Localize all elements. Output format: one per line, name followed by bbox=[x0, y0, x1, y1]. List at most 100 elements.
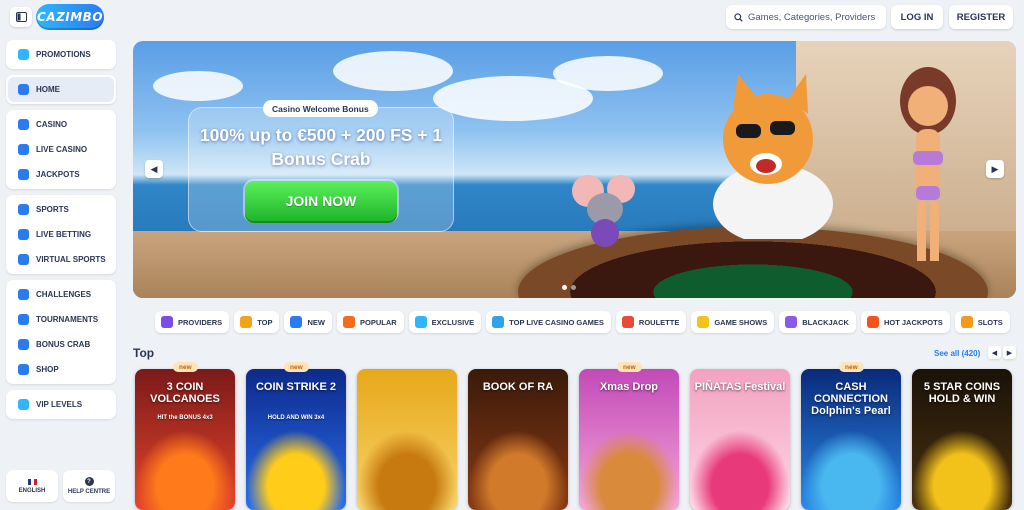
exclusive-icon bbox=[414, 316, 427, 328]
sidebar-item-vip-levels[interactable]: VIP LEVELS bbox=[8, 392, 114, 417]
new-badge: new bbox=[617, 362, 642, 372]
game-title: 3 COIN VOLCANOES bbox=[150, 381, 220, 405]
sidebar-footer: ENGLISH ? HELP CENTRE bbox=[6, 470, 115, 502]
game-artwork bbox=[246, 430, 346, 510]
sidebar-item-live-betting[interactable]: LIVE BETTING bbox=[8, 222, 114, 247]
category-label: TOP LIVE CASINO GAMES bbox=[509, 317, 604, 327]
category-providers[interactable]: PROVIDERS bbox=[155, 311, 230, 333]
help-label: HELP CENTRE bbox=[67, 489, 111, 495]
sidebar-item-casino[interactable]: CASINO bbox=[8, 112, 114, 137]
game-tile[interactable] bbox=[357, 369, 457, 510]
cat-character-art bbox=[713, 74, 833, 239]
section-title: Top bbox=[133, 346, 155, 360]
game-tile[interactable]: BOOK OF RA bbox=[468, 369, 568, 510]
chevron-right-icon: ▶ bbox=[991, 163, 999, 174]
category-label: HOT JACKPOTS bbox=[883, 317, 943, 327]
sidebar-item-tournaments[interactable]: TOURNAMENTS bbox=[8, 307, 114, 332]
game-artwork bbox=[468, 430, 568, 510]
carousel-dot[interactable] bbox=[562, 285, 567, 290]
category-slots[interactable]: SLOTS bbox=[954, 311, 1010, 333]
sidebar-item-label: BONUS CRAB bbox=[36, 340, 91, 349]
category-game-shows[interactable]: GAME SHOWS bbox=[691, 311, 775, 333]
sidebar-item-virtual-sports[interactable]: VIRTUAL SPORTS bbox=[8, 247, 114, 272]
category-new[interactable]: NEW bbox=[284, 311, 332, 333]
chevron-right-icon: ▶ bbox=[1006, 349, 1013, 357]
gift-icon bbox=[18, 49, 29, 60]
game-tile[interactable]: PIÑATAS Festival bbox=[690, 369, 790, 510]
game-artwork bbox=[912, 430, 1012, 510]
sidebar-item-bonus-crab[interactable]: BONUS CRAB bbox=[8, 332, 114, 357]
game-tile[interactable]: COIN STRIKE 2 HOLD AND WIN 3x4 bbox=[246, 369, 346, 510]
search-box[interactable] bbox=[726, 5, 886, 29]
game-title: BOOK OF RA bbox=[482, 381, 554, 393]
category-roulette[interactable]: ROULETTE bbox=[615, 311, 687, 333]
chevron-left-icon: ◀ bbox=[991, 349, 998, 357]
sidebar-item-jackpots[interactable]: JACKPOTS bbox=[8, 162, 114, 187]
language-button[interactable]: ENGLISH bbox=[6, 470, 58, 502]
sidebar: PROMOTIONS HOME CASINO LIVE CASINO JACKPOTS S… bbox=[6, 40, 116, 425]
game-subtitle: HOLD AND WIN 3x4 bbox=[267, 415, 325, 421]
help-centre-button[interactable]: ? HELP CENTRE bbox=[63, 470, 115, 502]
sidebar-item-label: VIRTUAL SPORTS bbox=[36, 255, 106, 264]
sidebar-item-shop[interactable]: SHOP bbox=[8, 357, 114, 382]
category-hot-jackpots[interactable]: HOT JACKPOTS bbox=[860, 311, 950, 333]
sidebar-item-label: JACKPOTS bbox=[36, 170, 80, 179]
banner-next-button[interactable]: ▶ bbox=[986, 160, 1004, 178]
category-blackjack[interactable]: BLACKJACK bbox=[779, 311, 856, 333]
carousel-dot[interactable] bbox=[571, 285, 576, 290]
game-artwork bbox=[801, 430, 901, 510]
lady-cat-character-art bbox=[900, 67, 956, 261]
bonus-tag: Casino Welcome Bonus bbox=[263, 100, 378, 117]
sidebar-item-label: CHALLENGES bbox=[36, 290, 92, 299]
sidebar-item-label: VIP LEVELS bbox=[36, 400, 83, 409]
game-artwork bbox=[135, 430, 235, 510]
sidebar-item-sports[interactable]: SPORTS bbox=[8, 197, 114, 222]
register-button[interactable]: REGISTER bbox=[949, 5, 1013, 29]
see-all-link[interactable]: See all (420) bbox=[934, 349, 980, 358]
uk-flag-icon bbox=[27, 478, 37, 485]
game-tile[interactable]: 3 COIN VOLCANOES HIT the BONUS 4x3 bbox=[135, 369, 235, 510]
carousel-dots bbox=[562, 285, 576, 290]
join-now-button[interactable]: JOIN NOW bbox=[245, 181, 397, 221]
category-popular[interactable]: POPULAR bbox=[336, 311, 404, 333]
search-input[interactable] bbox=[748, 11, 883, 23]
menu-toggle-button[interactable] bbox=[10, 7, 32, 27]
game-tile[interactable]: CASH CONNECTION Dolphin's Pearl bbox=[801, 369, 901, 510]
new-badge: new bbox=[284, 362, 309, 372]
new-badge: new bbox=[839, 362, 864, 372]
games-row: 3 COIN VOLCANOES HIT the BONUS 4x3 COIN ST… bbox=[135, 369, 1012, 510]
providers-icon bbox=[161, 316, 173, 328]
sidebar-item-label: HOME bbox=[36, 85, 60, 94]
language-label: ENGLISH bbox=[18, 487, 46, 494]
games-next-button[interactable]: ▶ bbox=[1003, 346, 1016, 359]
new-icon bbox=[290, 316, 303, 328]
help-icon: ? bbox=[84, 477, 94, 486]
game-tile[interactable]: Xmas Drop bbox=[579, 369, 679, 510]
banner-prev-button[interactable]: ◀ bbox=[145, 160, 163, 178]
sidebar-item-live-casino[interactable]: LIVE CASINO bbox=[8, 137, 114, 162]
sidebar-item-promotions[interactable]: PROMOTIONS bbox=[8, 42, 114, 67]
live-betting-icon bbox=[18, 229, 29, 240]
sidebar-item-label: SPORTS bbox=[36, 205, 69, 214]
games-prev-button[interactable]: ◀ bbox=[988, 346, 1001, 359]
category-label: BLACKJACK bbox=[802, 317, 849, 327]
promo-banner[interactable]: Casino Welcome Bonus 100% up to €500 + 2… bbox=[133, 41, 1016, 298]
game-shows-icon bbox=[697, 316, 710, 328]
blackjack-icon bbox=[785, 316, 798, 328]
category-label: TOP bbox=[257, 317, 273, 327]
game-tile[interactable]: 5 STAR COINS HOLD & WIN bbox=[912, 369, 1012, 510]
category-exclusive[interactable]: EXCLUSIVE bbox=[408, 311, 482, 333]
category-top-live-casino-games[interactable]: TOP LIVE CASINO GAMES bbox=[486, 311, 611, 333]
mouse-character-art bbox=[572, 175, 635, 247]
sidebar-item-home[interactable]: HOME bbox=[8, 77, 114, 102]
home-icon bbox=[18, 84, 29, 95]
game-artwork bbox=[690, 430, 790, 510]
login-button[interactable]: LOG IN bbox=[891, 5, 943, 29]
sidebar-group: SPORTS LIVE BETTING VIRTUAL SPORTS bbox=[6, 195, 116, 274]
search-icon bbox=[734, 12, 743, 22]
sidebar-item-challenges[interactable]: CHALLENGES bbox=[8, 282, 114, 307]
virtual-sports-icon bbox=[18, 254, 29, 265]
category-label: EXCLUSIVE bbox=[431, 317, 475, 327]
category-top[interactable]: TOP bbox=[234, 311, 280, 333]
logo[interactable]: CAZIMBO bbox=[36, 4, 104, 30]
